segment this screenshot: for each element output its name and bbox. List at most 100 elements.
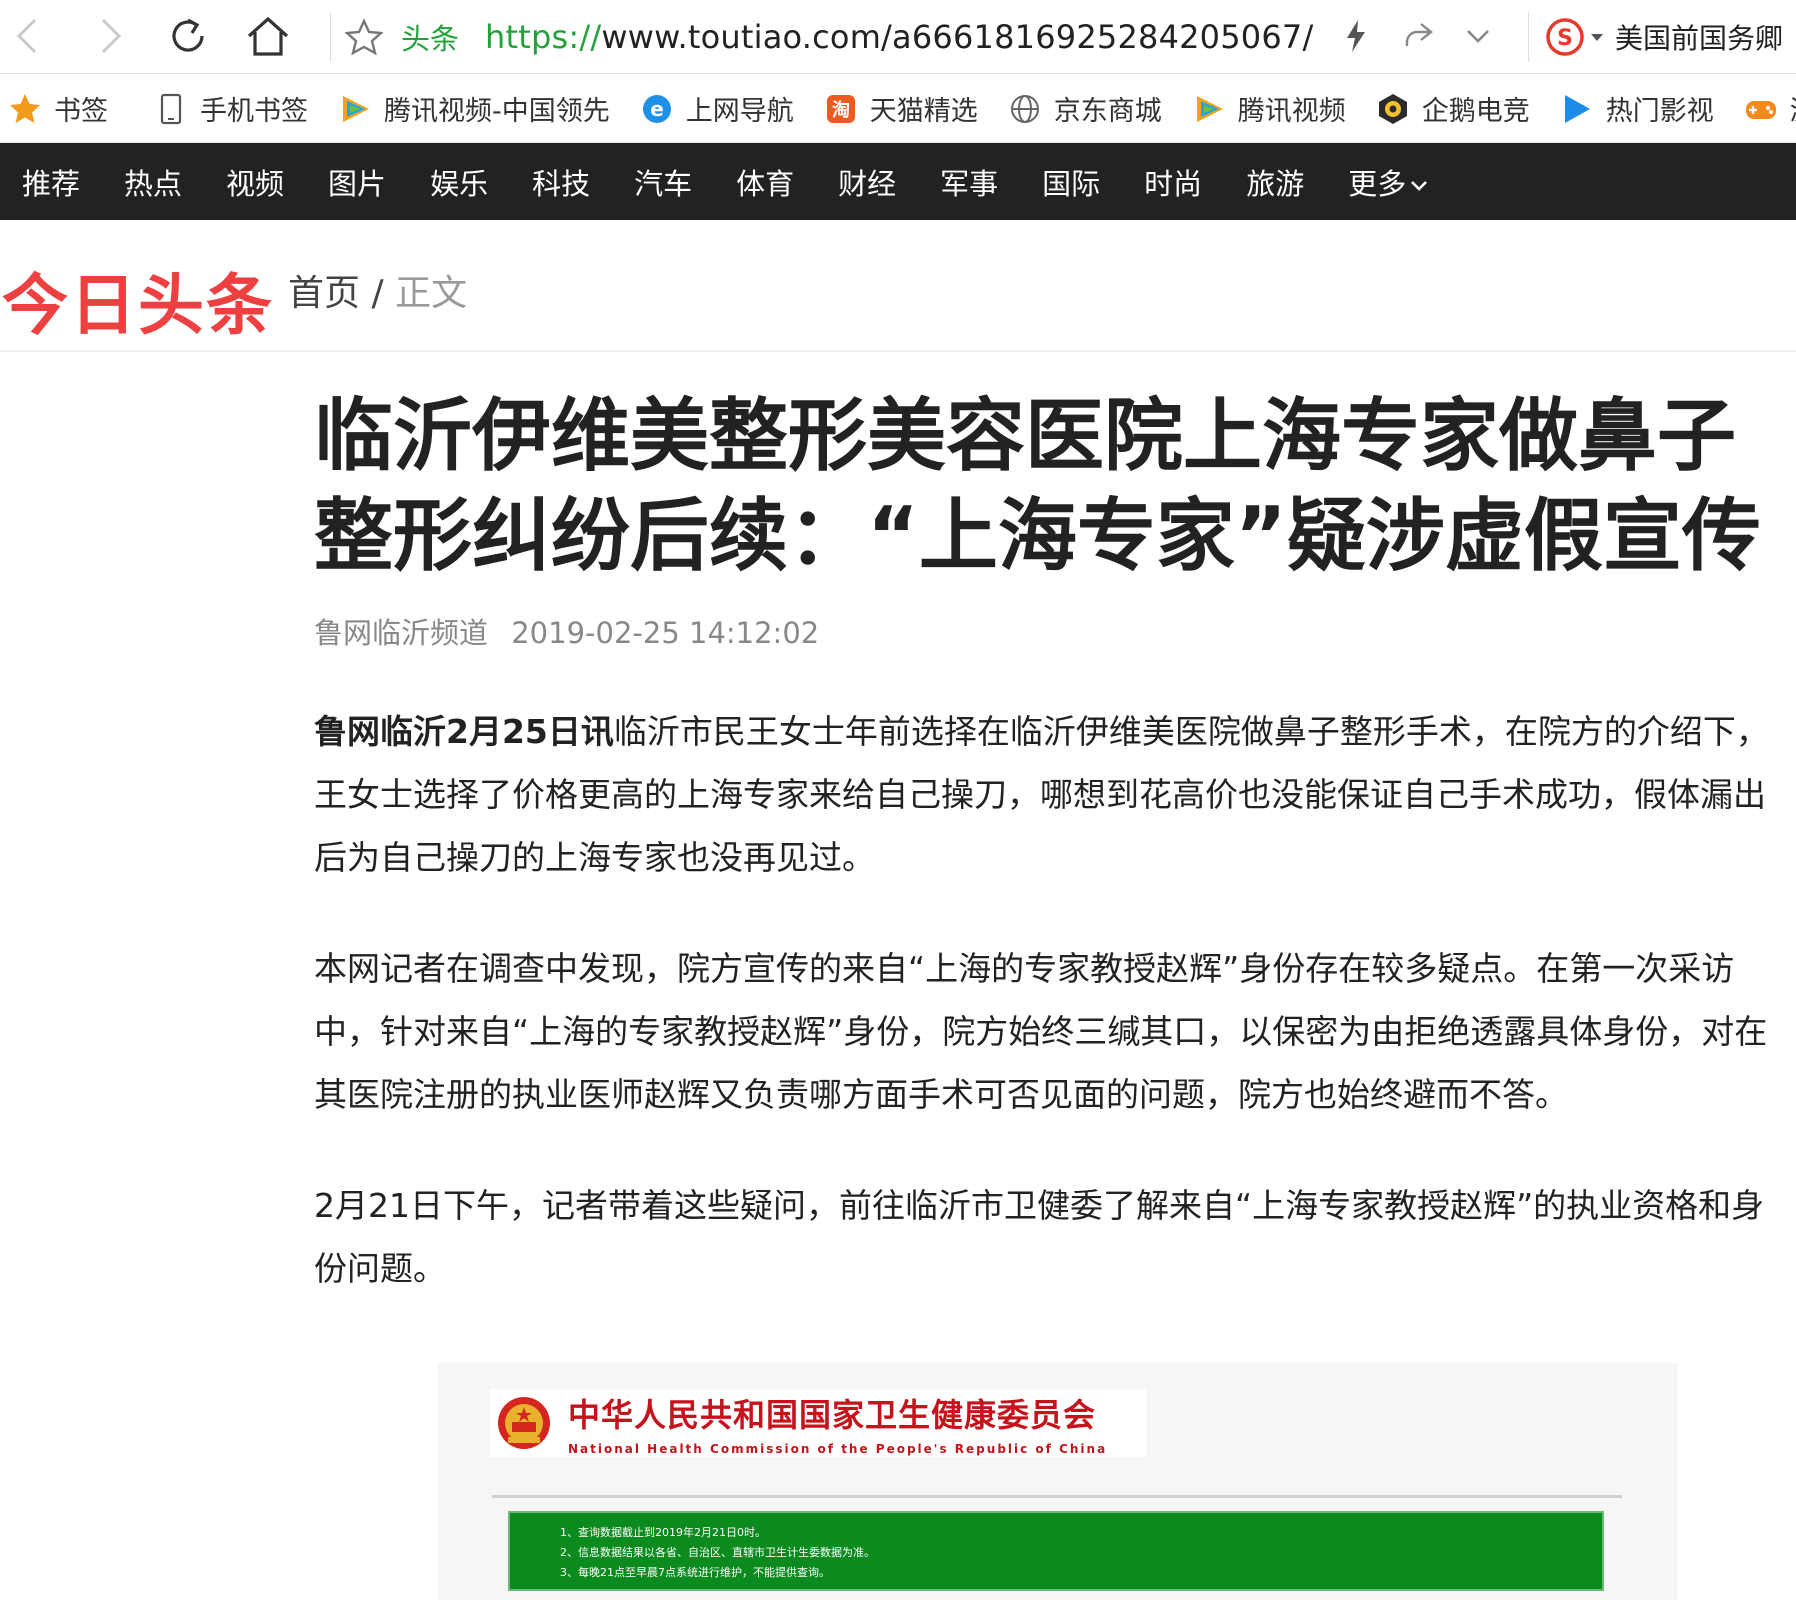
reload-button[interactable] [162,10,214,62]
tencent-video-icon [1192,92,1226,126]
svg-text:S: S [1557,26,1573,51]
bookmark-label: 上网导航 [685,96,794,127]
channel-nav: 推荐 热点 视频 图片 娱乐 科技 汽车 体育 财经 军事 国际 时尚 旅游 更… [0,143,1796,220]
caret-down-icon[interactable] [1589,31,1605,43]
article-source[interactable]: 鲁网临沂频道 [314,616,488,650]
home-button[interactable] [242,10,294,62]
play-icon [1560,92,1594,126]
lightning-icon [1347,20,1365,52]
article-meta: 鲁网临沂频道 2019-02-25 14:12:02 [314,610,1796,652]
breadcrumb: 首页 / 正文 [288,264,467,316]
notice-line: 2、信息数据结果以各省、自治区、直辖市卫生计生委数据为准。 [560,1546,875,1559]
star-icon [8,92,42,126]
embed-divider [492,1495,1622,1498]
breadcrumb-current: 正文 [395,273,468,314]
bookmark-item-bookmarks[interactable]: 书签 [8,75,108,142]
search-suggestion: 美国前国务卿 [1615,22,1784,55]
bookmark-label: 腾讯视频 [1237,96,1346,127]
article-lead: 鲁网临沂2月25日讯 [314,712,614,751]
bookmark-item-games[interactable]: 游 [1744,75,1796,142]
phone-icon [154,92,188,126]
nav-item-tech[interactable]: 科技 [532,161,590,203]
bookmark-label: 书签 [54,96,108,127]
article-image: 中华人民共和国国家卫生健康委员会 National Health Commiss… [438,1363,1678,1600]
bookmark-item-jd[interactable]: 京东商城 [1008,75,1162,142]
bookmark-item-navigation[interactable]: e 上网导航 [640,75,794,142]
home-icon [247,16,289,56]
notice-line: 1、查询数据截止到2019年2月21日0时。 [560,1526,766,1539]
url-text[interactable]: https://www.toutiao.com/a666181692528420… [485,18,1313,56]
bookmark-label: 手机书签 [200,96,308,127]
svg-text:e: e [650,97,664,121]
nav-item-military[interactable]: 军事 [940,161,998,203]
bookmark-item-tencent-video[interactable]: 腾讯视频 [1192,75,1346,142]
globe-icon [1008,92,1042,126]
nav-item-hot[interactable]: 热点 [124,161,182,203]
nhc-name-en: National Health Commission of the People… [568,1442,1108,1456]
bookmark-label: 腾讯视频-中国领先 [384,96,610,127]
toolbar-divider [1528,12,1529,62]
url-path: www.toutiao.com/a6661816925284205067/ [601,18,1314,56]
notice-line: 3、每晚21点至早晨7点系统进行维护，不能提供查询。 [560,1566,830,1579]
nhc-banner: 中华人民共和国国家卫生健康委员会 National Health Commiss… [490,1389,1146,1457]
nav-item-video[interactable]: 视频 [226,161,284,203]
share-icon [1405,23,1433,46]
query-notice-box: 1、查询数据截止到2019年2月21日0时。 2、信息数据结果以各省、自治区、直… [508,1511,1604,1591]
breadcrumb-home[interactable]: 首页 [288,273,360,314]
speed-mode-button[interactable] [1330,10,1382,62]
nav-item-sports[interactable]: 体育 [736,161,794,203]
article-paragraph: 鲁网临沂2月25日讯临沂市民王女士年前选择在临沂伊维美医院做鼻子整形手术，在院方… [314,700,1796,889]
nav-item-finance[interactable]: 财经 [838,161,896,203]
svg-text:淘: 淘 [832,99,850,121]
nav-item-more[interactable]: 更多 [1348,161,1428,203]
bookmark-label: 企鹅电竞 [1421,96,1530,127]
bookmark-label: 游 [1790,89,1796,128]
share-button[interactable] [1392,10,1444,62]
site-label: 头条 [401,22,460,56]
bookmark-label: 天猫精选 [869,96,978,127]
browser-toolbar: 头条 https://www.toutiao.com/a666181692528… [0,0,1796,74]
bookmark-item-mobile[interactable]: 手机书签 [154,75,308,142]
url-scheme: https:// [485,18,602,56]
back-button[interactable] [2,10,54,62]
nav-item-world[interactable]: 国际 [1042,161,1100,203]
sogou-logo-icon: S [1546,18,1584,56]
toutiao-logo[interactable]: 今日头条 [2,252,274,348]
bookmark-item-movies[interactable]: 热门影视 [1560,75,1714,142]
toolbar-divider [330,12,331,62]
bookmarks-bar: 书签 手机书签 腾讯视频-中国领先 e 上网导航 淘 天猫精选 京东商城 腾讯视… [0,75,1796,143]
bookmark-label: 热门影视 [1605,96,1714,127]
nav-item-auto[interactable]: 汽车 [634,161,692,203]
nhc-title-block: 中华人民共和国国家卫生健康委员会 National Health Commiss… [568,1390,1107,1456]
tmall-icon: 淘 [824,92,858,126]
article-paragraph: 本网记者在调查中发现，院方宣传的来自“上海的专家教授赵辉”身份存在较多疑点。在第… [314,949,1768,1114]
national-emblem-icon [498,1397,550,1449]
forward-button[interactable] [84,10,136,62]
bookmark-item-esports[interactable]: 企鹅电竞 [1376,75,1530,142]
chevron-down-icon [1411,180,1428,191]
article: 临沂伊维美整形美容医院上海专家做鼻子整形纠纷后续：“上海专家”疑涉虚假宣传 鲁网… [314,386,1796,1300]
nav-item-pictures[interactable]: 图片 [328,161,386,203]
page-header: 今日头条 首页 / 正文 [0,220,1796,352]
tencent-video-icon [338,92,372,126]
nav-item-entertainment[interactable]: 娱乐 [430,161,488,203]
nav-item-travel[interactable]: 旅游 [1246,161,1304,203]
bookmark-item-tencent-video-home[interactable]: 腾讯视频-中国领先 [338,75,610,142]
bookmark-star-icon[interactable] [345,18,383,56]
address-dropdown-button[interactable] [1452,10,1504,62]
article-time: 2019-02-25 14:12:02 [511,616,820,650]
search-box[interactable]: S 美国前国务卿 [1545,12,1783,62]
reload-icon [172,18,204,52]
nhc-name-cn: 中华人民共和国国家卫生健康委员会 [568,1396,1097,1434]
article-paragraph: 2月21日下午，记者带着这些疑问，前往临沂市卫健委了解来自“上海专家教授赵辉”的… [314,1186,1765,1288]
bookmark-item-tmall[interactable]: 淘 天猫精选 [824,75,978,142]
ie-icon: e [640,92,674,126]
nav-item-fashion[interactable]: 时尚 [1144,161,1202,203]
nav-item-recommend[interactable]: 推荐 [22,161,80,203]
chevron-down-icon [1467,30,1489,43]
nav-more-label: 更多 [1348,166,1407,201]
breadcrumb-separator: / [371,273,384,314]
bookmark-label: 京东商城 [1053,96,1162,127]
article-title: 临沂伊维美整形美容医院上海专家做鼻子整形纠纷后续：“上海专家”疑涉虚假宣传 [314,390,1761,582]
chevron-left-icon [16,18,37,54]
